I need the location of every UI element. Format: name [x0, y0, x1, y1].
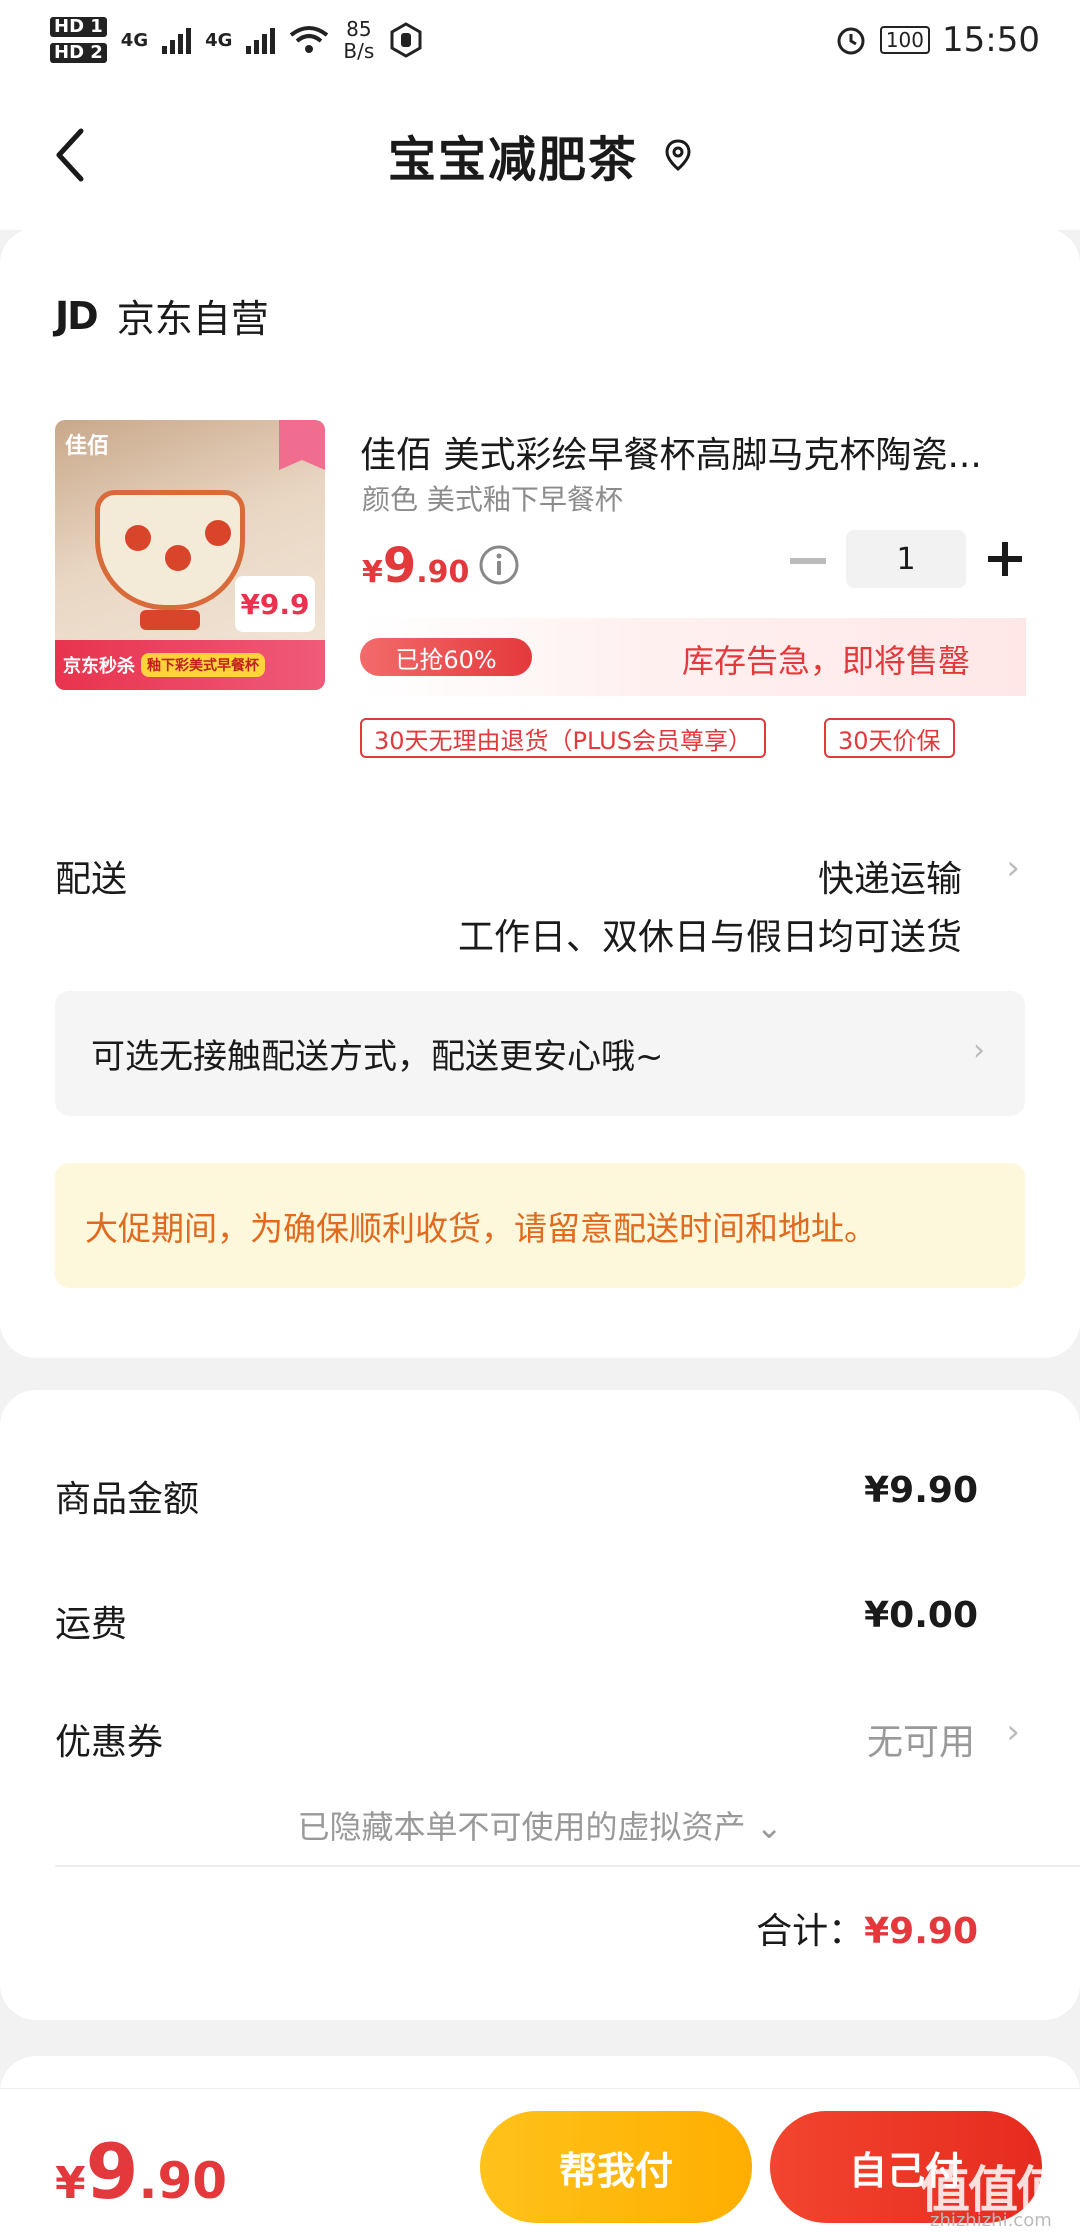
alarm-icon [837, 27, 865, 55]
delivery-method[interactable]: 快递运输 [818, 850, 962, 902]
quantity-increase-button[interactable] [988, 542, 1022, 576]
image-brand: 佳佰 [65, 434, 110, 459]
promo-notice: 大促期间，为确保顺利收货，请留意配送时间和地址。 [55, 1163, 1025, 1288]
image-price: ¥9.9 [235, 576, 315, 632]
price-protect-badge: 30天价保 [824, 718, 955, 758]
network-type-2: 4G [205, 29, 233, 51]
signal-icon [246, 26, 276, 54]
delivery-note: 工作日、双休日与假日均可送货 [457, 917, 962, 958]
contactless-text: 可选无接触配送方式，配送更安心哦~ [91, 1037, 664, 1077]
jd-logo: JD [55, 293, 99, 338]
net-speed: 85 B/s [343, 18, 374, 62]
stock-strip: 已抢60% 库存告急，即将售罄 [360, 618, 1026, 696]
image-banner-sub: 釉下彩美式早餐杯 [141, 653, 265, 677]
stock-progress-badge: 已抢60% [360, 638, 532, 676]
network-type-1: 4G [120, 29, 149, 51]
contactless-delivery-option[interactable]: 可选无接触配送方式，配送更安心哦~ › [55, 991, 1025, 1116]
hidden-assets-toggle[interactable]: 已隐藏本单不可使用的虚拟资产 ⌄ [0, 1802, 1080, 1848]
total-row: 合计： ¥9.90 [756, 1902, 978, 1954]
info-icon[interactable] [478, 544, 520, 590]
bottom-bar: ¥ 9 .90 帮我付 自己付 [0, 2088, 1080, 2240]
image-banner-main: 京东秒杀 [63, 656, 135, 677]
status-right: 100 15:50 [834, 20, 1040, 60]
status-bar: HD 1 HD 2 4G 4G 85 B/s 100 15:50 [0, 0, 1080, 80]
hd2-label: HD 2 [50, 43, 107, 63]
price-summary-card: 商品金额 ¥9.90 运费 ¥0.00 优惠券 无可用 › 已隐藏本单不可使用的… [0, 1390, 1080, 2020]
product-price: ¥ 9 .90 [362, 538, 469, 594]
battery-icon: 100 [879, 26, 931, 54]
total-label: 合计： [756, 1911, 865, 1952]
location-icon[interactable] [664, 139, 692, 171]
time: 15:50 [942, 20, 1040, 60]
hand-icon [390, 22, 422, 58]
image-corner-tag [279, 420, 325, 470]
back-button[interactable] [40, 120, 100, 190]
net-speed-value: 85 [346, 17, 372, 41]
bottom-price-currency: ¥ [55, 2158, 86, 2209]
delivery-label: 配送 [55, 859, 128, 900]
net-speed-unit: B/s [343, 39, 375, 63]
goods-amount-value: ¥9.90 [864, 1470, 978, 1511]
hd-indicator: HD 1 HD 2 [50, 17, 107, 63]
order-card: JD 京东自营 佳佰 ¥9.9 京东秒杀 釉下彩美式早餐杯 佳佰 美式彩绘早餐杯… [0, 228, 1080, 1358]
product-title[interactable]: 佳佰 美式彩绘早餐杯高脚马克杯陶瓷... [360, 426, 1030, 478]
watermark-url: zhizhizhi.com [930, 2210, 1052, 2231]
quantity-input[interactable]: 1 [846, 530, 966, 588]
price-int: 9 [382, 538, 417, 594]
price-currency: ¥ [362, 555, 383, 590]
coupon-label: 优惠券 [55, 1722, 164, 1763]
bottom-price-int: 9 [85, 2127, 139, 2216]
back-arrow-icon [56, 128, 84, 182]
product-variant[interactable]: 颜色 美式釉下早餐杯 [362, 478, 623, 518]
product-image[interactable]: 佳佰 ¥9.9 京东秒杀 釉下彩美式早餐杯 [55, 420, 325, 690]
hidden-assets-text: 已隐藏本单不可使用的虚拟资产 [297, 1808, 746, 1846]
wifi-icon [290, 26, 329, 53]
quantity-decrease-button[interactable] [790, 558, 826, 564]
return-policy-badge: 30天无理由退货（PLUS会员尊享） [360, 718, 766, 758]
promo-notice-text: 大促期间，为确保顺利收货，请留意配送时间和地址。 [85, 1208, 877, 1248]
chevron-right-icon[interactable]: › [1006, 848, 1020, 888]
stock-warning: 库存告急，即将售罄 [682, 642, 971, 680]
bottom-total-price: ¥ 9 .90 [55, 2127, 227, 2216]
help-pay-button[interactable]: 帮我付 [480, 2111, 752, 2223]
page-title: 宝宝减肥茶 [387, 132, 638, 188]
shop-row[interactable]: JD 京东自营 [55, 288, 269, 343]
status-left: HD 1 HD 2 4G 4G 85 B/s [50, 17, 424, 63]
shipping-value: ¥0.00 [864, 1595, 978, 1636]
image-banner: 京东秒杀 釉下彩美式早餐杯 [55, 640, 325, 690]
chevron-right-icon[interactable]: › [1006, 1712, 1020, 1752]
nav-bar: 宝宝减肥茶 [0, 80, 1080, 230]
shop-name: 京东自营 [116, 297, 269, 341]
total-value: ¥9.90 [864, 1911, 978, 1952]
divider [55, 1865, 1080, 1867]
goods-amount-label: 商品金额 [55, 1479, 200, 1520]
hd1-label: HD 1 [50, 17, 107, 37]
shipping-label: 运费 [55, 1604, 128, 1645]
chevron-right-icon: › [973, 1033, 985, 1068]
signal-icon [162, 26, 192, 54]
coupon-value[interactable]: 无可用 [867, 1713, 975, 1765]
chevron-down-icon: ⌄ [755, 1808, 783, 1846]
bottom-price-dec: .90 [138, 2152, 228, 2210]
price-dec: .90 [416, 555, 470, 590]
